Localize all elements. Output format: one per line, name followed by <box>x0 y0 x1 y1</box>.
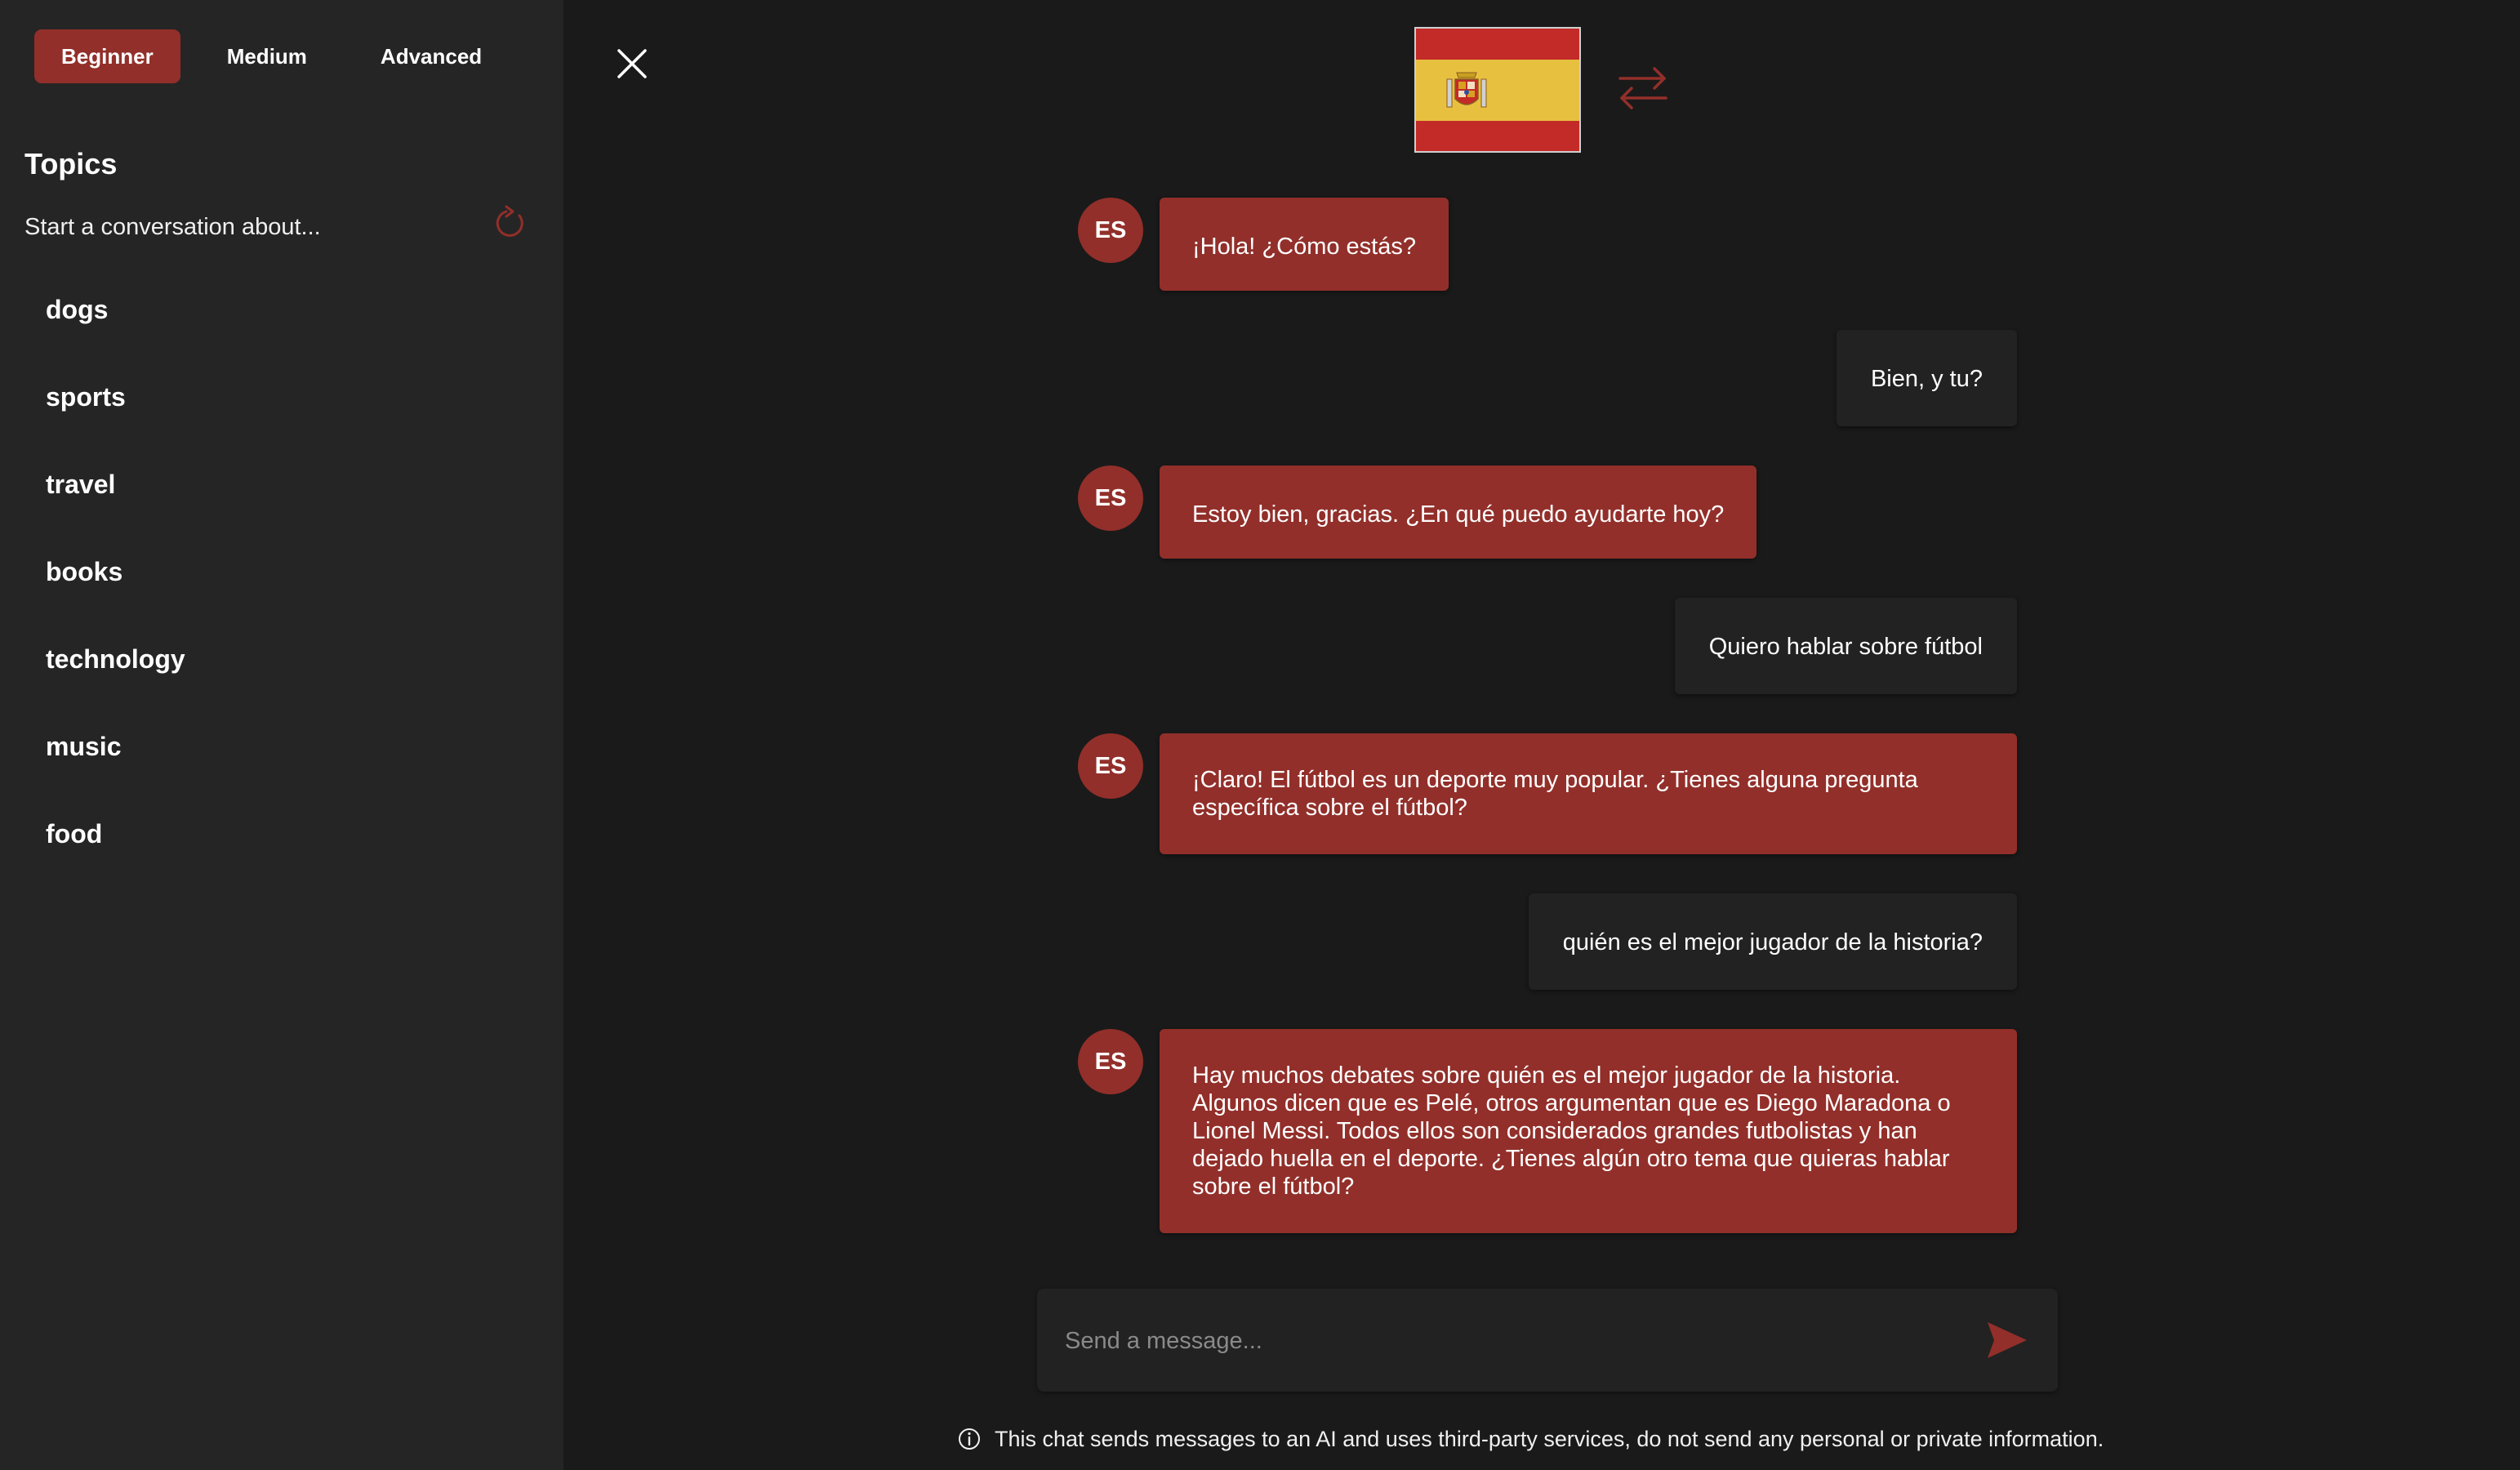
topic-item-dogs[interactable]: dogs <box>46 287 185 375</box>
topic-item-music[interactable]: music <box>46 724 185 812</box>
bot-avatar: ES <box>1078 733 1143 799</box>
level-selector: Beginner Medium Advanced <box>34 29 509 83</box>
message-composer <box>1037 1289 2058 1392</box>
bot-avatar: ES <box>1078 466 1143 531</box>
refresh-icon <box>496 205 523 237</box>
level-beginner-button[interactable]: Beginner <box>34 29 180 83</box>
info-icon <box>959 1428 980 1450</box>
topic-item-technology[interactable]: technology <box>46 637 185 724</box>
user-message: Bien, y tu? <box>1836 330 2017 426</box>
send-button[interactable] <box>1986 1320 2028 1361</box>
send-icon <box>1988 1322 2027 1358</box>
refresh-topics-button[interactable] <box>490 204 529 243</box>
close-button[interactable] <box>614 46 650 82</box>
bot-avatar: ES <box>1078 1029 1143 1094</box>
disclaimer-text: This chat sends messages to an AI and us… <box>995 1426 2104 1451</box>
bot-avatar: ES <box>1078 198 1143 263</box>
topic-list: dogs sports travel books technology musi… <box>46 287 185 899</box>
bot-message: ¡Hola! ¿Cómo estás? <box>1160 198 1449 291</box>
disclaimer: This chat sends messages to an AI and us… <box>957 1423 2104 1455</box>
swap-language-button[interactable] <box>1614 59 1672 118</box>
close-icon <box>617 49 647 78</box>
topic-item-books[interactable]: books <box>46 550 185 637</box>
message-input[interactable] <box>1063 1313 1932 1369</box>
flag-stripe-middle <box>1416 59 1579 121</box>
swap-arrows-icon <box>1618 67 1667 109</box>
bot-message: Estoy bien, gracias. ¿En qué puedo ayuda… <box>1160 466 1757 559</box>
topics-heading: Topics <box>24 147 118 180</box>
topic-item-sports[interactable]: sports <box>46 375 185 462</box>
topic-item-travel[interactable]: travel <box>46 462 185 550</box>
flag-stripe-bottom <box>1416 120 1579 151</box>
topic-item-food[interactable]: food <box>46 812 185 899</box>
level-advanced-button[interactable]: Advanced <box>354 29 509 83</box>
level-medium-button[interactable]: Medium <box>200 29 334 83</box>
topics-subtitle: Start a conversation about... <box>24 214 321 240</box>
spain-flag-icon <box>1414 27 1581 153</box>
sidebar: Beginner Medium Advanced Topics Start a … <box>0 0 563 1470</box>
bot-message: ¡Claro! El fútbol es un deporte muy popu… <box>1160 733 2017 854</box>
user-message: quién es el mejor jugador de la historia… <box>1528 893 2017 990</box>
user-message: Quiero hablar sobre fútbol <box>1674 598 2017 694</box>
flag-stripe-top <box>1416 29 1579 60</box>
coat-of-arms-icon <box>1446 72 1487 108</box>
bot-message: Hay muchos debates sobre quién es el mej… <box>1160 1029 2017 1233</box>
